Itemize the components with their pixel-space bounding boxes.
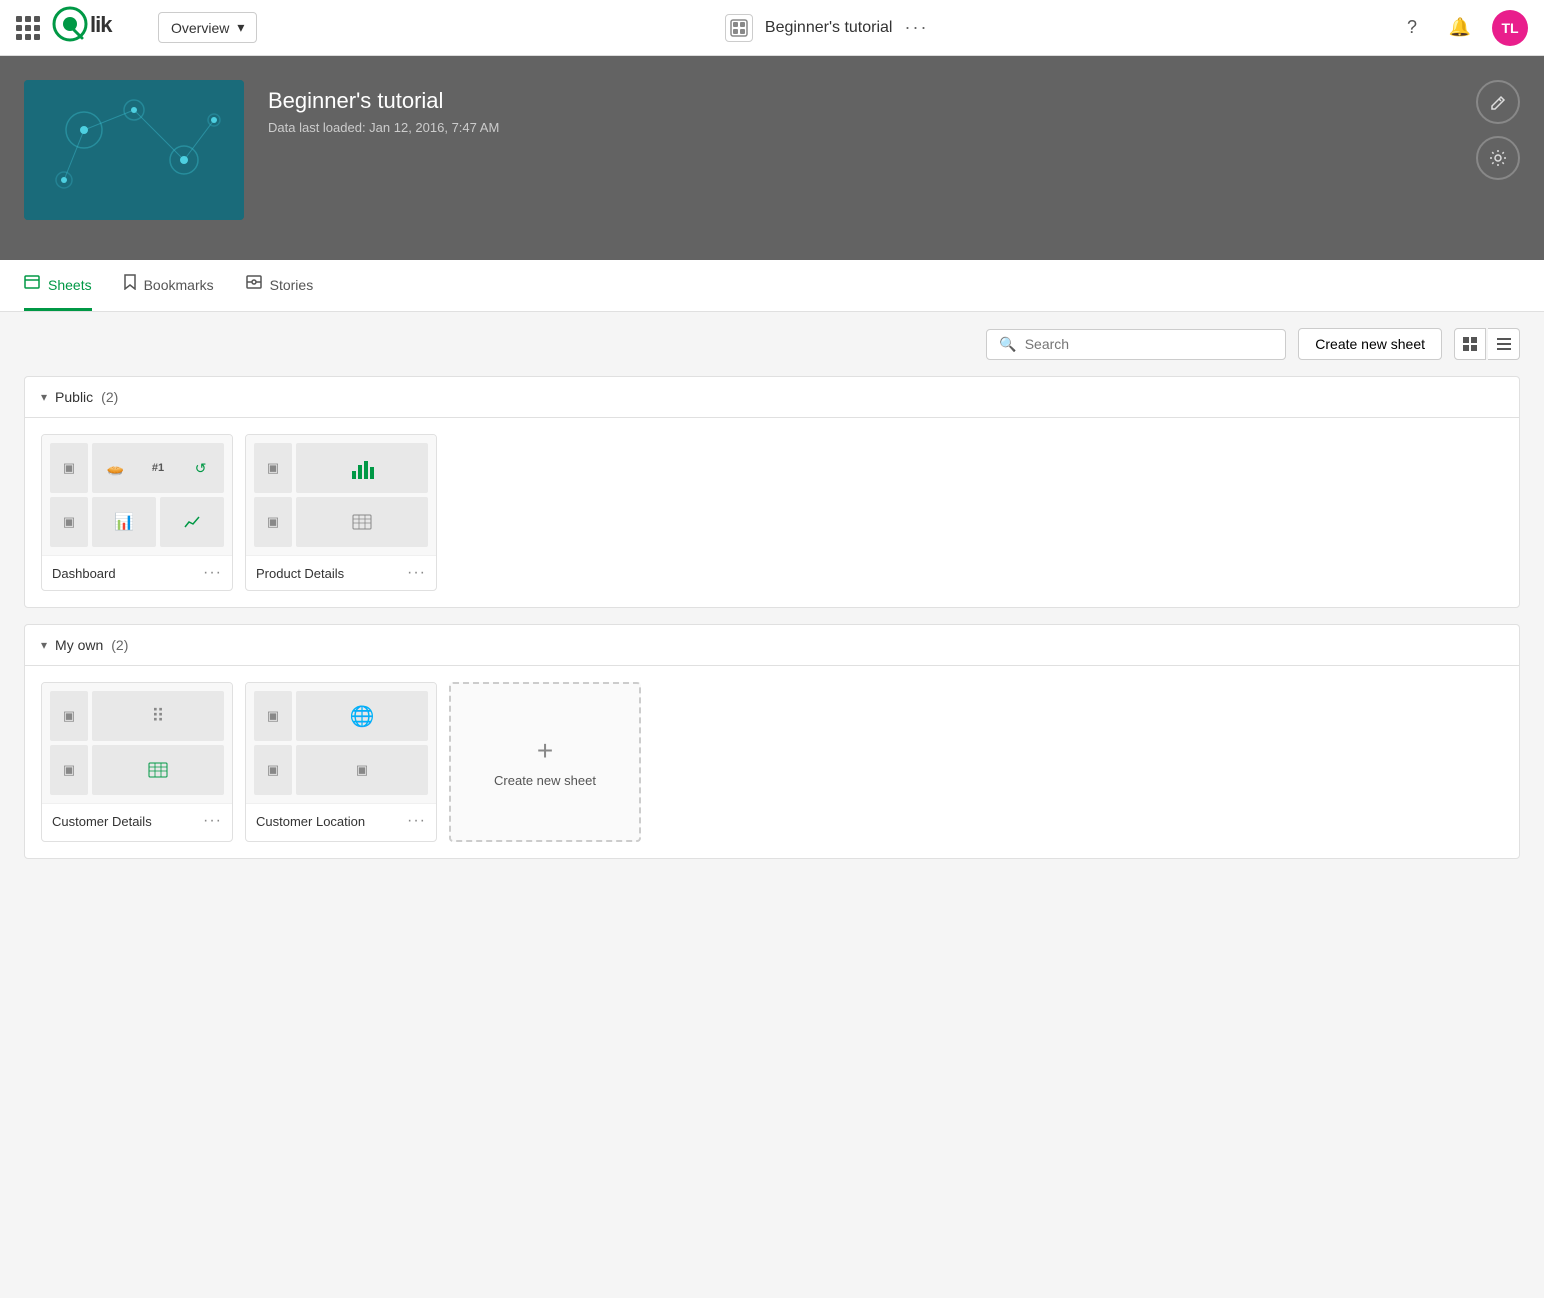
- tab-stories-label: Stories: [270, 277, 314, 293]
- content-area: 🔍 Create new sheet: [0, 312, 1544, 891]
- customer-location-name: Customer Location: [256, 814, 365, 829]
- bookmarks-icon: [124, 274, 136, 295]
- product-details-preview: ▣ ▣: [246, 435, 436, 555]
- customer-location-preview: ▣ ▣ 🌐 ▣: [246, 683, 436, 803]
- my-own-section: ▾ My own (2) ▣ ▣ ⠿: [24, 624, 1520, 859]
- sheet-card-customer-details[interactable]: ▣ ▣ ⠿: [41, 682, 233, 842]
- create-plus-icon: +: [537, 737, 553, 765]
- hero-actions: [1476, 80, 1520, 180]
- my-own-section-label: My own: [55, 637, 103, 653]
- chevron-down-icon: ▾: [237, 19, 244, 36]
- tab-sheets[interactable]: Sheets: [24, 261, 92, 311]
- topnav-right: ? 🔔 TL: [1396, 10, 1528, 46]
- dashboard-preview: ▣ ▣ 🥧 #1 ↺ 📊: [42, 435, 232, 555]
- create-sheet-button[interactable]: Create new sheet: [1298, 328, 1442, 360]
- public-section-label: Public: [55, 389, 93, 405]
- tabs-bar: Sheets Bookmarks Stories: [0, 260, 1544, 312]
- sheet-card-customer-location[interactable]: ▣ ▣ 🌐 ▣ Customer Location ···: [245, 682, 437, 842]
- topnav-more-options[interactable]: ···: [904, 17, 928, 38]
- sheet-card-product-details[interactable]: ▣ ▣: [245, 434, 437, 591]
- public-section-count: (2): [101, 389, 118, 405]
- app-thumbnail: [24, 80, 244, 220]
- hero-subtitle: Data last loaded: Jan 12, 2016, 7:47 AM: [268, 120, 499, 135]
- customer-details-menu[interactable]: ···: [203, 812, 222, 830]
- hero-title: Beginner's tutorial: [268, 88, 499, 114]
- customer-details-name: Customer Details: [52, 814, 152, 829]
- customer-location-footer: Customer Location ···: [246, 803, 436, 838]
- product-details-menu[interactable]: ···: [407, 564, 426, 582]
- grid-view-button[interactable]: [1454, 328, 1486, 360]
- view-toggle: [1454, 328, 1520, 360]
- chevron-down-icon-2: ▾: [41, 638, 47, 652]
- search-icon: 🔍: [999, 336, 1016, 353]
- avatar[interactable]: TL: [1492, 10, 1528, 46]
- hero-section: Beginner's tutorial Data last loaded: Ja…: [0, 56, 1544, 260]
- sheet-card-dashboard[interactable]: ▣ ▣ 🥧 #1 ↺ 📊 D: [41, 434, 233, 591]
- list-view-button[interactable]: [1488, 328, 1520, 360]
- public-section: ▾ Public (2) ▣ ▣ 🥧 #1 ↺ 📊: [24, 376, 1520, 608]
- customer-details-footer: Customer Details ···: [42, 803, 232, 838]
- search-input[interactable]: [1025, 336, 1274, 352]
- product-details-name: Product Details: [256, 566, 344, 581]
- help-icon[interactable]: ?: [1396, 12, 1428, 44]
- search-box[interactable]: 🔍: [986, 329, 1286, 360]
- qlik-logo: lik: [52, 6, 142, 49]
- notifications-icon[interactable]: 🔔: [1444, 12, 1476, 44]
- create-new-sheet-card[interactable]: + Create new sheet: [449, 682, 641, 842]
- customer-details-preview: ▣ ▣ ⠿: [42, 683, 232, 803]
- dashboard-menu[interactable]: ···: [203, 564, 222, 582]
- topnav-center: Beginner's tutorial ···: [269, 14, 1384, 42]
- create-new-sheet-label: Create new sheet: [494, 773, 596, 788]
- dashboard-name: Dashboard: [52, 566, 116, 581]
- customer-location-menu[interactable]: ···: [407, 812, 426, 830]
- dashboard-footer: Dashboard ···: [42, 555, 232, 590]
- toolbar-row: 🔍 Create new sheet: [24, 328, 1520, 360]
- public-cards-grid: ▣ ▣ 🥧 #1 ↺ 📊 D: [25, 418, 1519, 607]
- hero-info: Beginner's tutorial Data last loaded: Ja…: [268, 80, 499, 135]
- my-own-section-count: (2): [111, 637, 128, 653]
- edit-button[interactable]: [1476, 80, 1520, 124]
- tab-bookmarks[interactable]: Bookmarks: [124, 260, 214, 312]
- my-own-cards-grid: ▣ ▣ ⠿: [25, 666, 1519, 858]
- app-switcher-icon[interactable]: [16, 16, 40, 40]
- tab-bookmarks-label: Bookmarks: [144, 277, 214, 293]
- public-section-header[interactable]: ▾ Public (2): [25, 377, 1519, 418]
- topnav: lik Overview ▾ Beginner's tutorial ··· ?…: [0, 0, 1544, 56]
- nav-dropdown[interactable]: Overview ▾: [158, 12, 257, 43]
- chevron-down-icon: ▾: [41, 390, 47, 404]
- topnav-app-title: Beginner's tutorial: [765, 19, 893, 37]
- svg-text:lik: lik: [90, 12, 113, 37]
- settings-button[interactable]: [1476, 136, 1520, 180]
- my-own-section-header[interactable]: ▾ My own (2): [25, 625, 1519, 666]
- sheets-icon: [24, 275, 40, 294]
- tab-stories[interactable]: Stories: [246, 261, 314, 311]
- app-icon: [725, 14, 753, 42]
- nav-dropdown-label: Overview: [171, 20, 229, 36]
- product-details-footer: Product Details ···: [246, 555, 436, 590]
- stories-icon: [246, 275, 262, 294]
- tab-sheets-label: Sheets: [48, 277, 92, 293]
